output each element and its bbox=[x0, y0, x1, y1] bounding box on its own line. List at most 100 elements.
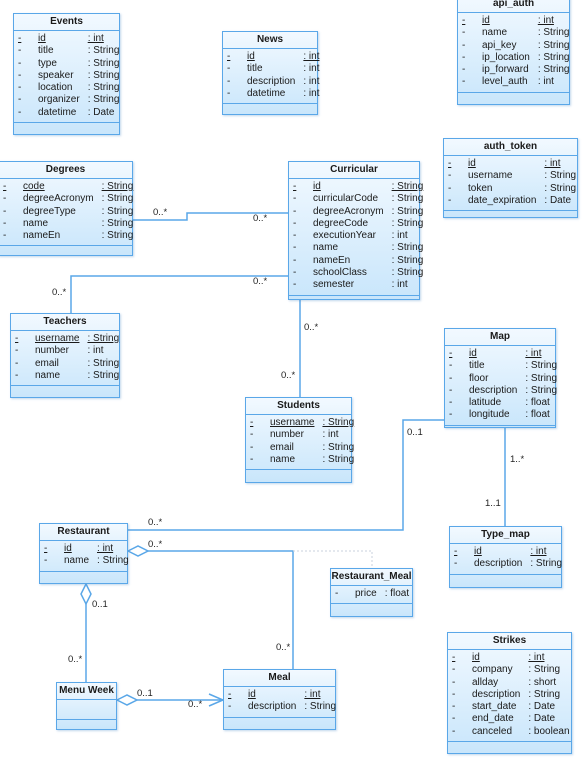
attribute-name: description bbox=[247, 75, 296, 87]
attribute-name: ip_location bbox=[482, 51, 530, 63]
association-line-restaurant-meal[interactable] bbox=[148, 550, 294, 669]
class-events[interactable]: Events - id: int - title: String - type: Strin… bbox=[13, 13, 120, 135]
attribute-type: : String bbox=[537, 39, 570, 51]
class-meal[interactable]: Meal - id: int - description: String bbox=[223, 669, 336, 730]
attribute-visibility: - bbox=[15, 357, 19, 369]
class-map[interactable]: Map - id: int - title: String - floor: String -… bbox=[444, 328, 557, 428]
attribute-name: number bbox=[35, 345, 69, 357]
attribute-compartment: - id: int - name: String - api_key: String - ip… bbox=[458, 13, 570, 93]
attribute-type: : String bbox=[537, 27, 570, 39]
attribute-name: username bbox=[468, 170, 513, 182]
class-name: Students bbox=[246, 398, 351, 415]
attribute-type: : String bbox=[87, 333, 120, 344]
attribute-name: title bbox=[38, 45, 54, 57]
attribute-visibility: - bbox=[228, 701, 232, 713]
attribute-name: degreeType bbox=[23, 205, 76, 217]
attribute-type: : int bbox=[303, 51, 320, 62]
attribute-type: : String bbox=[544, 170, 577, 182]
attribute-compartment: - id: int - company: String - allday: short - d… bbox=[448, 650, 571, 743]
class-teachers[interactable]: Teachers - username: String - number: int - em… bbox=[10, 313, 120, 398]
attribute-type: : String bbox=[87, 69, 120, 81]
attribute-visibility: - bbox=[462, 27, 466, 39]
class-degrees[interactable]: Degrees - code: String - degreeAcronym: Stri… bbox=[0, 161, 133, 256]
class-name: Teachers bbox=[11, 314, 119, 331]
operation-compartment bbox=[331, 604, 412, 616]
attribute-name: id bbox=[468, 158, 476, 169]
multiplicity-label: 0..* bbox=[148, 539, 163, 550]
class-curricular[interactable]: Curricular - id: String - curricularCode: St… bbox=[288, 161, 423, 300]
attribute-name: company bbox=[472, 664, 513, 676]
operation-compartment bbox=[0, 246, 132, 256]
class-name: Type_map bbox=[450, 527, 561, 544]
attribute-visibility: - bbox=[15, 333, 19, 344]
attribute-name: floor bbox=[469, 372, 489, 384]
attribute-name: degreeAcronym bbox=[23, 193, 94, 205]
attribute-visibility: - bbox=[3, 181, 7, 192]
attribute-type: : String bbox=[304, 701, 337, 713]
class-strikes[interactable]: Strikes - id: int - company: String - allday: … bbox=[447, 632, 572, 754]
operation-compartment bbox=[14, 123, 119, 134]
attribute-type: : Date bbox=[544, 194, 572, 206]
attribute-visibility: - bbox=[454, 546, 458, 557]
attribute-visibility: - bbox=[18, 33, 22, 44]
operation-compartment bbox=[448, 742, 571, 753]
attribute-visibility: - bbox=[18, 82, 22, 94]
attribute-type: : int bbox=[87, 33, 104, 44]
class-menu-week[interactable]: Menu Week bbox=[56, 682, 117, 730]
attribute-type: : String bbox=[391, 217, 424, 229]
attribute-type: : String bbox=[528, 688, 561, 700]
multiplicity-label: 1..* bbox=[510, 454, 525, 465]
attribute-name: longitude bbox=[469, 409, 510, 421]
attribute-visibility: - bbox=[3, 230, 7, 242]
attribute-visibility: - bbox=[448, 194, 452, 206]
attribute-visibility: - bbox=[462, 64, 466, 76]
attribute-type: : String bbox=[101, 217, 134, 229]
attribute-type: : int bbox=[391, 279, 408, 291]
attribute-visibility: - bbox=[228, 689, 232, 700]
class-auth-token[interactable]: auth_token - id: int - username: String - toke… bbox=[443, 138, 578, 218]
attribute-visibility: - bbox=[449, 372, 453, 384]
attribute-name: degreeCode bbox=[313, 217, 369, 229]
attribute-visibility: - bbox=[462, 76, 466, 88]
attribute-visibility: - bbox=[18, 45, 22, 57]
attribute-type: : String bbox=[87, 82, 120, 94]
attribute-name: description bbox=[472, 688, 521, 700]
class-restaurant-meal[interactable]: Restaurant_Meal - price: float bbox=[330, 568, 413, 617]
attribute-visibility: - bbox=[293, 267, 297, 279]
attribute-type: : int bbox=[391, 230, 408, 242]
attribute-name: email bbox=[270, 441, 294, 453]
attribute-name: degreeAcronym bbox=[313, 205, 384, 217]
attribute-type: : int bbox=[303, 63, 320, 75]
attribute-type: : String bbox=[530, 558, 563, 570]
class-students[interactable]: Students - username: String - number: int - em… bbox=[245, 397, 354, 483]
operation-compartment bbox=[223, 104, 317, 114]
attribute-visibility: - bbox=[3, 217, 7, 229]
attribute-name: datetime bbox=[38, 106, 77, 118]
attribute-visibility: - bbox=[448, 170, 452, 182]
attribute-compartment: - id: int - title: String - type: String - spea… bbox=[14, 31, 120, 124]
attribute-visibility: - bbox=[335, 588, 339, 599]
attribute-name: canceled bbox=[472, 725, 513, 737]
attribute-type: : String bbox=[87, 357, 120, 369]
attribute-compartment: - price: float bbox=[331, 586, 412, 605]
operation-compartment bbox=[444, 211, 577, 221]
attribute-visibility: - bbox=[293, 279, 297, 291]
attribute-visibility: - bbox=[462, 51, 466, 63]
attribute-visibility: - bbox=[449, 348, 453, 359]
attribute-visibility: - bbox=[293, 205, 297, 217]
attribute-visibility: - bbox=[227, 75, 231, 87]
attribute-name: allday bbox=[472, 676, 499, 688]
attribute-type: : float bbox=[384, 588, 410, 599]
class-type-map[interactable]: Type_map - id: int - description: String bbox=[449, 526, 562, 588]
attribute-name: email bbox=[35, 357, 59, 369]
attribute-compartment: - id: int - title: String - floor: String - des… bbox=[445, 346, 557, 426]
attribute-name: id bbox=[482, 15, 490, 26]
attribute-type: : String bbox=[101, 230, 134, 242]
attribute-name: nameEn bbox=[313, 254, 351, 266]
class-api-auth[interactable]: api_auth - id: int - name: String - api_key: S… bbox=[457, 0, 570, 105]
class-news[interactable]: News - id: int - title: int - description: int… bbox=[222, 31, 320, 115]
attribute-name: id bbox=[38, 33, 46, 44]
class-restaurant[interactable]: Restaurant - id: int - name: String bbox=[39, 523, 129, 584]
attribute-name: id bbox=[474, 546, 482, 557]
attribute-visibility: - bbox=[3, 193, 7, 205]
